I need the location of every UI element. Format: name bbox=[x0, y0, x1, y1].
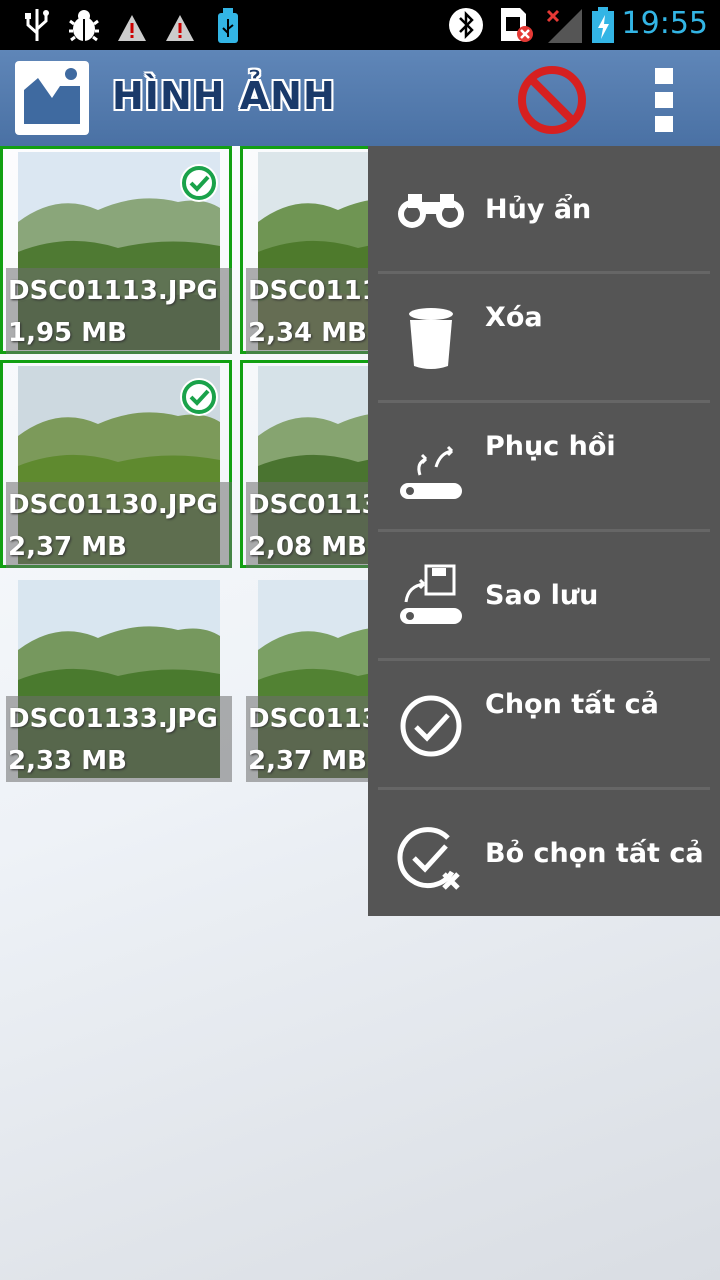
battery-charging-icon bbox=[592, 7, 614, 43]
photo-size: 2,08 MB bbox=[248, 532, 367, 562]
photo-caption: DSC01130.JPG 2,37 MB bbox=[6, 482, 232, 568]
overflow-menu-icon[interactable] bbox=[628, 64, 700, 136]
menu-item-label: Sao lưu bbox=[485, 580, 599, 611]
status-bar: 19:55 bbox=[0, 0, 720, 50]
bug-icon bbox=[69, 10, 99, 42]
photo-tile[interactable]: DSC01133.JPG 2,33 MB bbox=[0, 574, 232, 782]
signal-no-service-icon bbox=[546, 9, 582, 43]
photo-name: DSC0113 bbox=[248, 490, 380, 520]
menu-item-label: Bỏ chọn tất cả bbox=[485, 838, 704, 869]
check-icon bbox=[180, 378, 218, 416]
usb-icon bbox=[25, 9, 49, 41]
menu-item-backup[interactable]: Sao lưu bbox=[368, 532, 720, 660]
gallery-icon[interactable] bbox=[14, 60, 90, 136]
action-bar: HÌNH ẢNH bbox=[0, 50, 720, 146]
warning-icon bbox=[166, 15, 194, 41]
photo-caption: DSC01133.JPG 2,33 MB bbox=[6, 696, 232, 782]
photo-size: 2,37 MB bbox=[8, 532, 127, 562]
photo-size: 2,34 MB bbox=[248, 318, 367, 348]
restore-icon bbox=[400, 445, 462, 499]
trash-icon bbox=[409, 308, 453, 369]
uncheck-circle-icon bbox=[397, 827, 460, 890]
menu-item-restore[interactable]: Phục hồi bbox=[368, 403, 720, 531]
photo-name: DSC01130.JPG bbox=[8, 490, 218, 520]
photo-size: 1,95 MB bbox=[8, 318, 127, 348]
menu-item-delete[interactable]: Xóa bbox=[368, 274, 720, 402]
menu-item-unhide[interactable]: Hủy ẩn bbox=[368, 146, 720, 274]
backup-icon bbox=[400, 564, 462, 624]
block-icon[interactable] bbox=[516, 64, 588, 136]
menu-item-deselect-all[interactable]: Bỏ chọn tất cả bbox=[368, 790, 720, 916]
photo-name: DSC0111 bbox=[248, 276, 380, 306]
photo-tile[interactable]: DSC01113.JPG 1,95 MB bbox=[0, 146, 232, 354]
menu-item-label: Phục hồi bbox=[485, 431, 616, 462]
photo-name: DSC0113 bbox=[248, 704, 380, 734]
page-title: HÌNH ẢNH bbox=[112, 74, 336, 118]
warning-icon bbox=[118, 15, 146, 41]
usb-storage-icon bbox=[218, 8, 238, 43]
check-circle-icon bbox=[400, 695, 462, 757]
photo-tile[interactable]: DSC01130.JPG 2,37 MB bbox=[0, 360, 232, 568]
binoculars-icon bbox=[398, 194, 464, 228]
sim-error-icon bbox=[501, 8, 533, 42]
check-icon bbox=[180, 164, 218, 202]
bluetooth-icon bbox=[449, 8, 483, 42]
menu-item-select-all[interactable]: Chọn tất cả bbox=[368, 661, 720, 789]
photo-name: DSC01133.JPG bbox=[8, 704, 218, 734]
clock: 19:55 bbox=[621, 6, 708, 41]
photo-caption: DSC01113.JPG 1,95 MB bbox=[6, 268, 232, 354]
photo-name: DSC01113.JPG bbox=[8, 276, 218, 306]
overflow-menu: Hủy ẩn Xóa Phục hồi Sao lưu Chọn tất cả … bbox=[368, 146, 720, 916]
photo-size: 2,33 MB bbox=[8, 746, 127, 776]
menu-item-label: Xóa bbox=[485, 302, 543, 333]
menu-item-label: Chọn tất cả bbox=[485, 689, 659, 720]
photo-size: 2,37 MB bbox=[248, 746, 367, 776]
menu-item-label: Hủy ẩn bbox=[485, 194, 592, 225]
